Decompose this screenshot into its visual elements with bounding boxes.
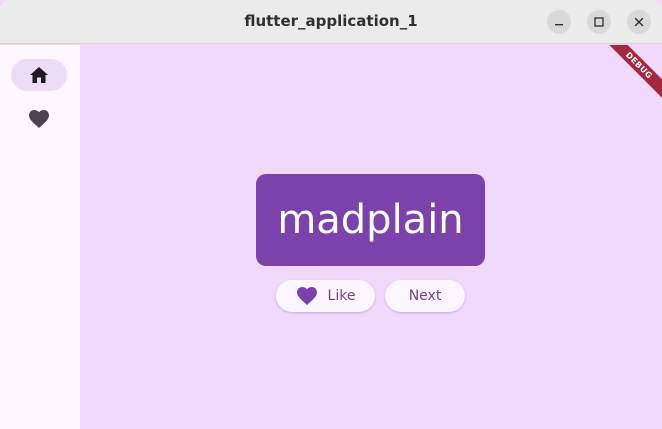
rail-item-favorites[interactable] (11, 103, 67, 135)
app-window: flutter_application_1 madplain Like Next… (0, 0, 662, 429)
word-pair-text: madplain (277, 197, 464, 243)
heart-icon (29, 110, 49, 128)
maximize-button[interactable] (587, 10, 611, 34)
next-label: Next (408, 288, 442, 304)
maximize-icon (594, 17, 604, 27)
like-label: Like (327, 288, 356, 304)
close-icon (634, 17, 644, 27)
like-button[interactable]: Like (276, 280, 375, 312)
minimize-button[interactable] (547, 10, 571, 34)
main-content: madplain Like Next (80, 45, 662, 429)
heart-icon (296, 286, 318, 306)
title-bar[interactable]: flutter_application_1 (0, 0, 662, 44)
close-button[interactable] (627, 10, 651, 34)
next-button[interactable]: Next (385, 280, 465, 312)
rail-item-home[interactable] (11, 59, 67, 91)
home-icon (30, 67, 48, 83)
word-card: madplain (256, 174, 485, 266)
minimize-icon (555, 24, 563, 26)
navigation-rail (0, 45, 80, 429)
